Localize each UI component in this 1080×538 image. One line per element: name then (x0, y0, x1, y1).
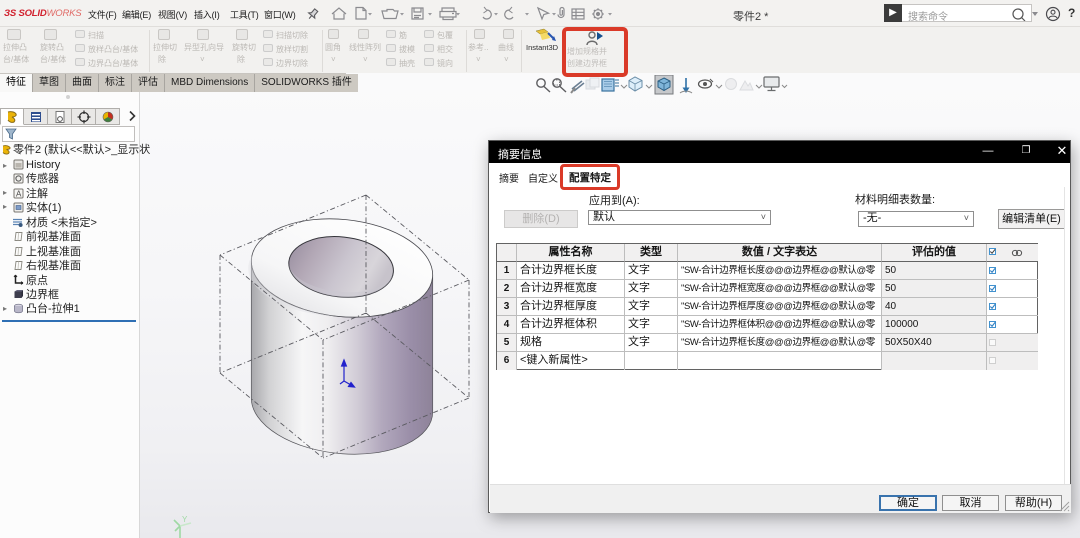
svg-text:A: A (16, 190, 22, 199)
svg-text:Y: Y (182, 515, 188, 524)
